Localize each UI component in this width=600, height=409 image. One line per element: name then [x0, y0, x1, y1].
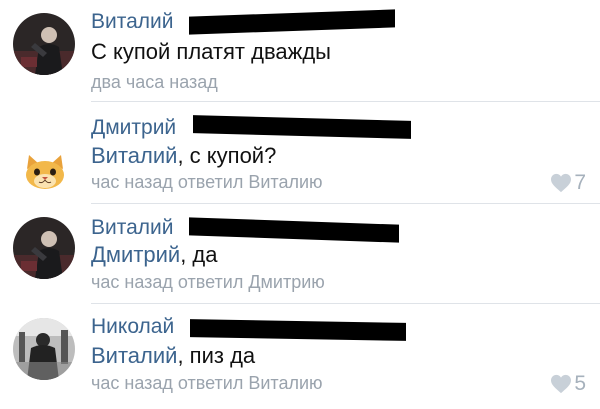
separator	[91, 203, 600, 204]
mention-link[interactable]: Виталий	[91, 343, 177, 368]
comment-meta[interactable]: два часа назад	[91, 71, 218, 93]
like-count: 5	[574, 372, 586, 395]
like-count: 7	[574, 171, 586, 194]
comment-body: , да	[180, 242, 218, 267]
avatar[interactable]	[13, 318, 75, 380]
comment-item: Виталий С купой платят дважды два часа н…	[0, 0, 600, 102]
comment-item: Дмитрий Виталий, с купой? час назад отве…	[0, 103, 600, 204]
heart-icon	[551, 173, 572, 193]
comment-body: , с купой?	[177, 143, 277, 168]
separator	[91, 303, 600, 304]
avatar[interactable]	[20, 153, 70, 193]
comment-text: Дмитрий, да	[91, 241, 218, 269]
like-button[interactable]: 7	[550, 171, 586, 195]
redaction-bar	[189, 217, 399, 243]
cat-sticker-icon	[26, 155, 64, 189]
author-row: Дмитрий	[91, 115, 411, 145]
comment-meta[interactable]: час назад ответил Дмитрию	[91, 271, 325, 293]
redaction-bar	[189, 9, 395, 35]
mention-link[interactable]: Виталий	[91, 143, 177, 168]
comment-body: С купой платят дважды	[91, 39, 331, 64]
author-name[interactable]: Виталий	[91, 9, 174, 35]
author-row: Виталий	[91, 9, 395, 39]
author-name[interactable]: Виталий	[91, 215, 174, 241]
user-photo-icon	[13, 13, 75, 75]
separator	[91, 101, 600, 102]
avatar[interactable]	[13, 217, 75, 279]
avatar[interactable]	[13, 13, 75, 75]
comment-item: Николай Виталий, пиз да час назад ответи…	[0, 305, 600, 405]
comment-item: Виталий Дмитрий, да час назад ответил Дм…	[0, 205, 600, 305]
like-button[interactable]: 5	[550, 372, 586, 396]
comment-text: С купой платят дважды	[91, 38, 331, 66]
mention-link[interactable]: Дмитрий	[91, 242, 180, 267]
comment-text: Виталий, пиз да	[91, 342, 255, 370]
author-name[interactable]: Николай	[91, 314, 174, 340]
comment-text: Виталий, с купой?	[91, 142, 276, 170]
comment-body: , пиз да	[177, 343, 256, 368]
comment-thread: Виталий С купой платят дважды два часа н…	[0, 0, 600, 409]
author-row: Николай	[91, 314, 406, 344]
redaction-bar	[190, 319, 406, 341]
user-photo-icon	[13, 318, 75, 380]
heart-icon	[551, 374, 572, 394]
comment-meta[interactable]: час назад ответил Виталию	[91, 171, 323, 193]
user-photo-icon	[13, 217, 75, 279]
comment-meta[interactable]: час назад ответил Виталию	[91, 372, 323, 394]
redaction-bar	[193, 115, 411, 139]
author-name[interactable]: Дмитрий	[91, 115, 176, 141]
